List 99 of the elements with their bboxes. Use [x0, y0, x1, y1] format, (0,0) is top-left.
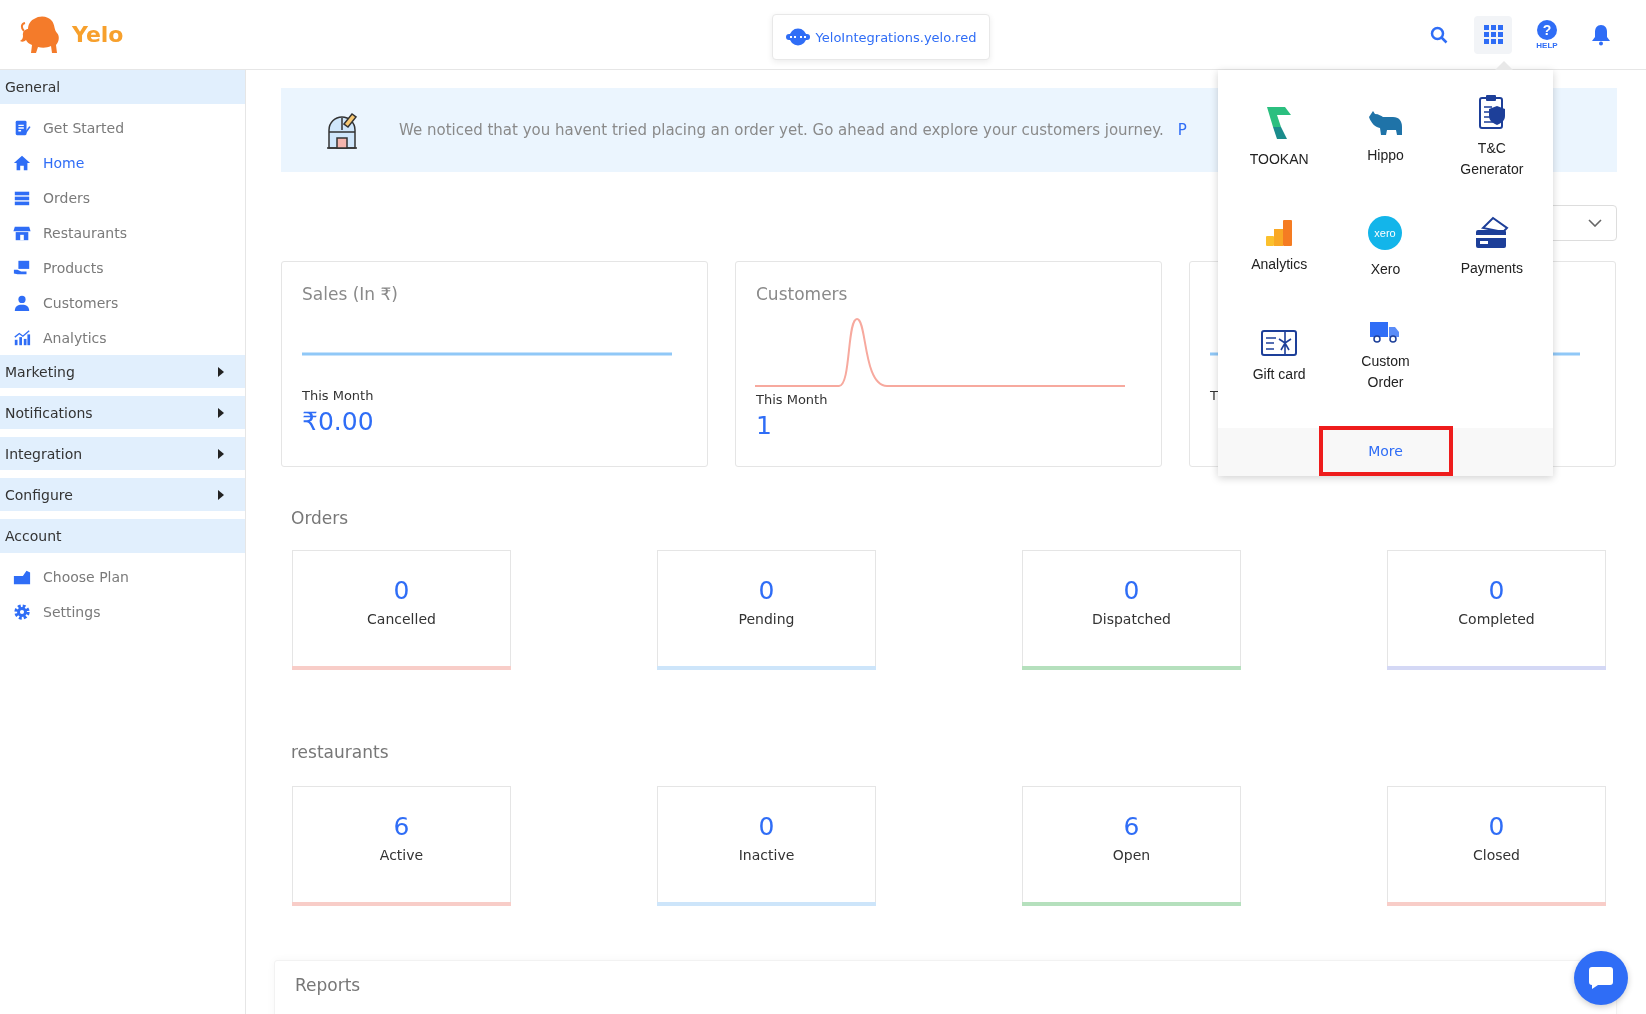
- item-label: Products: [43, 259, 104, 276]
- section-label: Configure: [5, 486, 73, 503]
- sidebar-item[interactable]: Home: [0, 145, 85, 180]
- brand-name: Yelo: [72, 22, 124, 47]
- sidebar-item[interactable]: Restaurants: [0, 215, 127, 250]
- app-tile[interactable]: Analytics: [1226, 192, 1333, 302]
- sidebar-item[interactable]: Orders: [0, 180, 91, 215]
- item-label: Restaurants: [43, 224, 127, 241]
- more-button[interactable]: More: [1318, 426, 1453, 476]
- count-value: 0: [758, 813, 775, 841]
- app-tile[interactable]: T&C Generator: [1438, 82, 1545, 192]
- stat-title: Sales (In ₹): [302, 284, 399, 306]
- count-value: 0: [1488, 813, 1505, 841]
- section-label: Integration: [5, 445, 83, 462]
- globe-icon: [785, 28, 810, 46]
- bar-chart-icon: [13, 328, 31, 347]
- observatory-icon: [325, 110, 359, 150]
- stat-label: This Month: [302, 388, 374, 403]
- stat-title: Customers: [756, 284, 849, 306]
- chat-bubble-icon: [1588, 966, 1614, 990]
- settings-icon: [13, 602, 31, 621]
- count-card[interactable]: 0 Closed: [1387, 786, 1606, 906]
- grid-icon: [1483, 25, 1503, 44]
- box-icon: [13, 258, 31, 277]
- count-label: Cancelled: [367, 611, 436, 627]
- sidebar-item[interactable]: Get Started: [0, 110, 125, 145]
- help-button[interactable]: ? HELP: [1528, 15, 1566, 54]
- sidebar-section[interactable]: General: [0, 70, 245, 104]
- sidebar-section[interactable]: Account: [0, 519, 245, 553]
- bar-chart-icon: [1266, 219, 1293, 246]
- credit-card-icon: [1474, 215, 1509, 250]
- bell-icon: [1591, 23, 1611, 46]
- help-icon: ?: [1537, 19, 1557, 40]
- truck-icon: [1370, 321, 1401, 343]
- count-label: Inactive: [738, 847, 795, 863]
- sidebar-section[interactable]: Marketing: [0, 355, 245, 388]
- count-card[interactable]: 0 Cancelled: [292, 550, 511, 670]
- stat-label: T: [1210, 388, 1218, 403]
- person-icon: [13, 293, 31, 312]
- sidebar-item[interactable]: Choose Plan: [0, 559, 129, 594]
- chevron-down-icon: [1588, 219, 1602, 227]
- sidebar-item[interactable]: Settings: [0, 594, 101, 629]
- search-icon: [1430, 25, 1448, 44]
- chat-button[interactable]: [1574, 951, 1628, 1005]
- section-label: Marketing: [5, 363, 75, 380]
- app-tile[interactable]: Payments: [1438, 192, 1545, 302]
- count-label: Dispatched: [1092, 611, 1171, 627]
- sidebar-item[interactable]: Customers: [0, 285, 119, 320]
- sidebar-item[interactable]: Analytics: [0, 320, 107, 355]
- item-label: Orders: [43, 189, 91, 206]
- item-label: Choose Plan: [43, 568, 129, 585]
- clipboard-shield-icon: [1477, 94, 1506, 130]
- reports-title: Reports: [295, 975, 361, 995]
- apps-button[interactable]: [1474, 15, 1512, 54]
- count-card[interactable]: 0 Dispatched: [1022, 550, 1241, 670]
- count-value: 6: [393, 813, 410, 841]
- item-label: Get Started: [43, 119, 125, 136]
- app-tile[interactable]: Custom Order: [1332, 302, 1439, 412]
- app-tile[interactable]: Gift card: [1226, 302, 1333, 412]
- count-label: Closed: [1473, 847, 1520, 863]
- section-title: Orders: [290, 507, 350, 530]
- count-label: Open: [1112, 847, 1151, 863]
- count-card[interactable]: 6 Active: [292, 786, 511, 906]
- sidebar-item[interactable]: Products: [0, 250, 104, 285]
- count-value: 0: [758, 577, 775, 605]
- sidebar-section[interactable]: Configure: [0, 478, 245, 511]
- item-label: Home: [43, 154, 85, 171]
- stat-label: This Month: [756, 392, 828, 407]
- count-value: 0: [1488, 577, 1505, 605]
- domain-link[interactable]: YeloIntegrations.yelo.red: [772, 14, 990, 60]
- count-card[interactable]: 0 Pending: [657, 550, 876, 670]
- notice-text: We noticed that you havent tried placing an order yet. Go ahead and explore your customers journey.: [399, 121, 1164, 139]
- count-card[interactable]: 6 Open: [1022, 786, 1241, 906]
- sidebar-section[interactable]: Notifications: [0, 396, 245, 429]
- stat-value: ₹0.00: [302, 407, 374, 436]
- item-label: Settings: [43, 603, 101, 620]
- count-label: Completed: [1458, 611, 1535, 627]
- xero-logo-icon: xero: [1367, 214, 1404, 251]
- count-value: 0: [393, 577, 410, 605]
- count-value: 0: [1123, 577, 1140, 605]
- count-label: Pending: [738, 611, 795, 627]
- notice-link[interactable]: P: [1177, 121, 1187, 139]
- count-value: 6: [1123, 813, 1140, 841]
- count-label: Active: [379, 847, 424, 863]
- item-label: Analytics: [43, 329, 107, 346]
- app-tile[interactable]: TOOKAN: [1226, 82, 1333, 192]
- count-card[interactable]: 0 Completed: [1387, 550, 1606, 670]
- app-tile[interactable]: Hippo: [1332, 82, 1439, 192]
- app-tile[interactable]: xero Xero: [1332, 192, 1439, 302]
- document-icon: [13, 118, 31, 137]
- sidebar-section[interactable]: Integration: [0, 437, 245, 470]
- home-icon: [13, 153, 31, 172]
- section-label: Notifications: [5, 404, 93, 421]
- gift-card-icon: [1261, 329, 1298, 356]
- count-card[interactable]: 0 Inactive: [657, 786, 876, 906]
- item-label: Customers: [43, 294, 119, 311]
- stat-value: 1: [756, 411, 772, 440]
- section-title: restaurants: [290, 741, 390, 764]
- leaf-logo-icon: [1265, 104, 1294, 141]
